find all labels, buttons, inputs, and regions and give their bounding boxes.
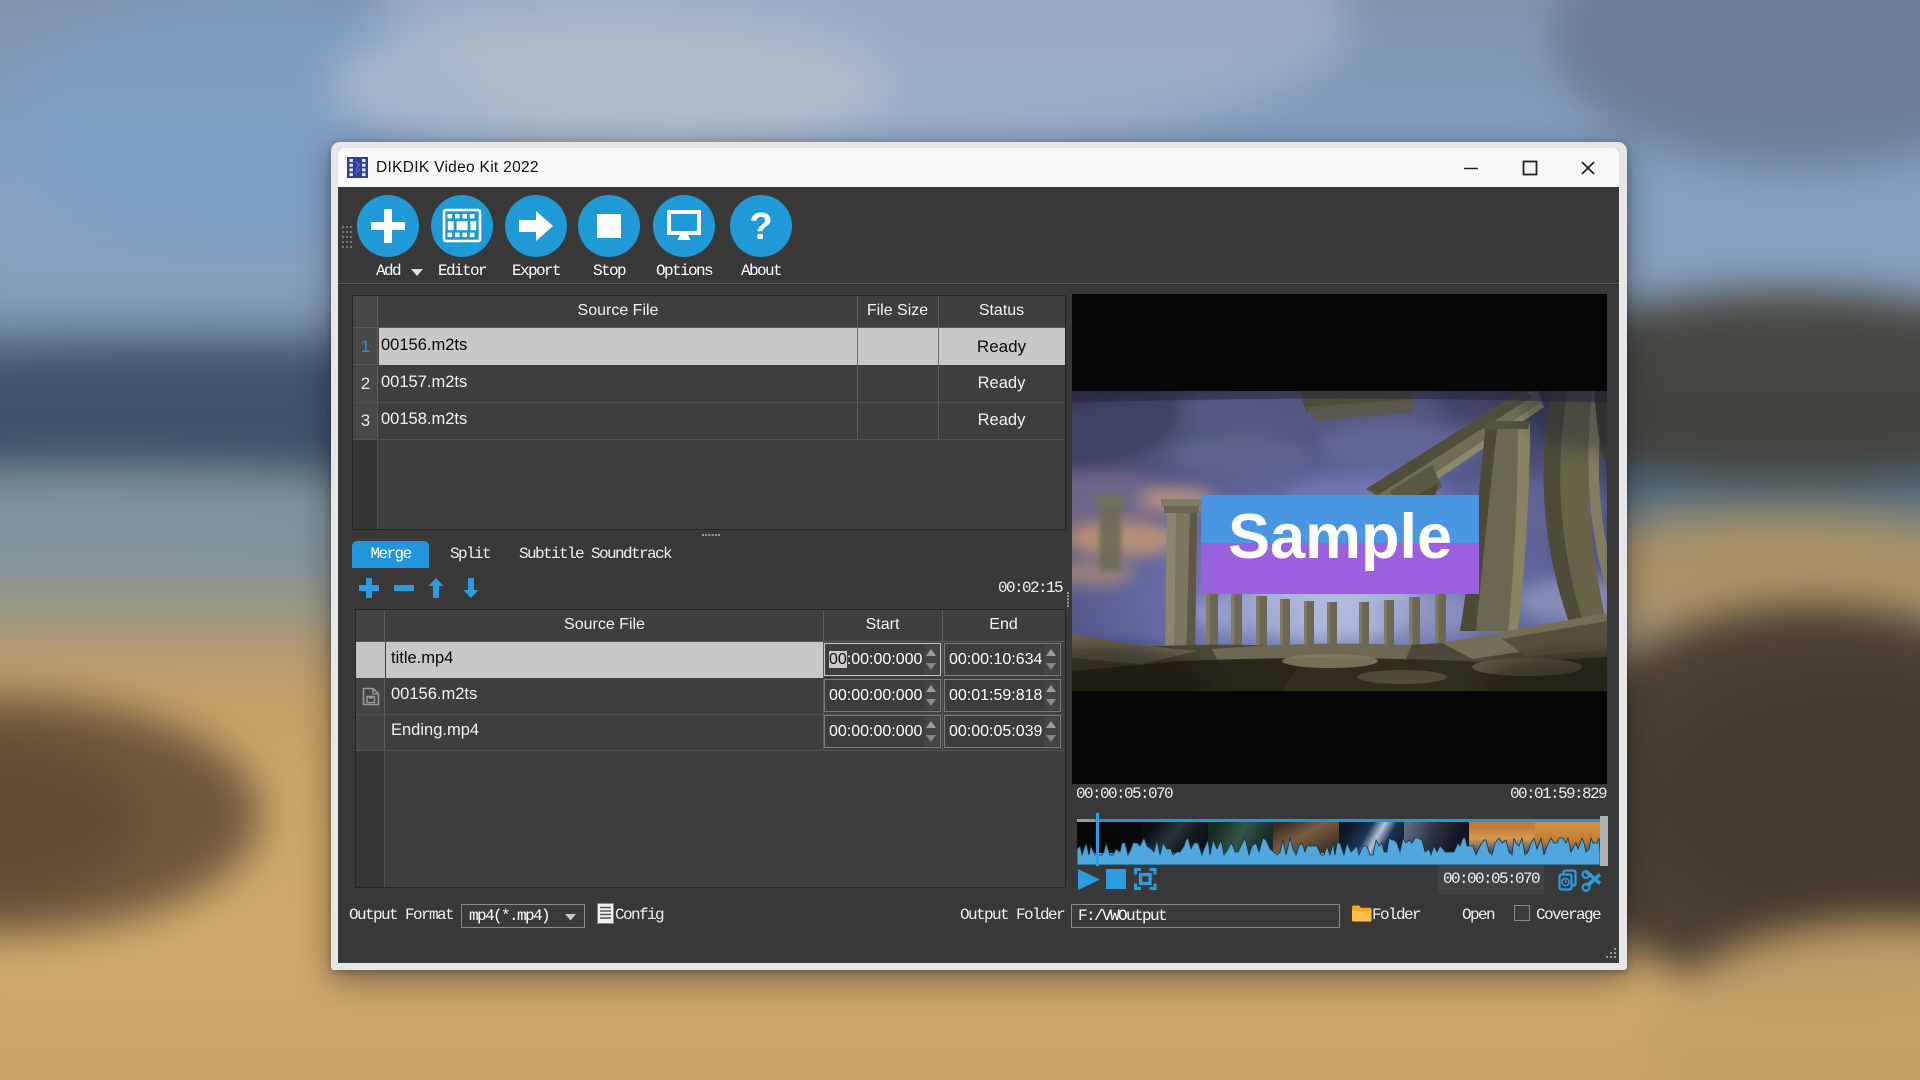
svg-text:?: ? xyxy=(749,206,772,248)
